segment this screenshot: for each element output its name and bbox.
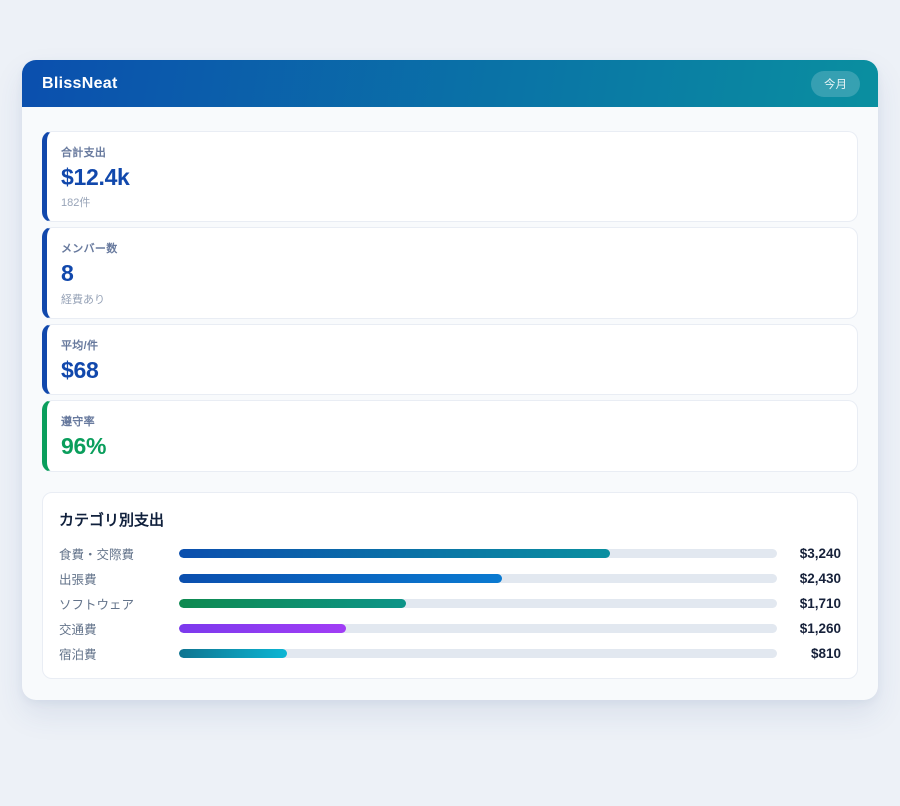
stat-value: $68 [61, 357, 841, 383]
category-breakdown-title: カテゴリ別支出 [59, 509, 841, 530]
expense-dashboard-panel: BlissNeat 今月 合計支出 $12.4k 182件 メンバー数 8 経費… [22, 60, 878, 700]
category-row-business-trip: 出張費 $2,430 [59, 570, 841, 587]
category-row-transport: 交通費 $1,260 [59, 620, 841, 637]
category-bar-track [179, 649, 777, 658]
category-amount: $3,240 [785, 546, 841, 561]
category-amount: $810 [785, 646, 841, 661]
stat-sub: 経費あり [61, 291, 841, 307]
category-bar [179, 574, 502, 583]
period-badge[interactable]: 今月 [811, 71, 860, 97]
stat-card-average-per-item: 平均/件 $68 [42, 324, 858, 395]
panel-content: 合計支出 $12.4k 182件 メンバー数 8 経費あり 平均/件 $68 遵… [22, 107, 878, 700]
category-bar-track [179, 549, 777, 558]
category-row-software: ソフトウェア $1,710 [59, 595, 841, 612]
app-header: BlissNeat 今月 [22, 60, 878, 107]
stat-label: 合計支出 [61, 144, 841, 160]
category-bar [179, 599, 406, 608]
stat-value: 8 [61, 260, 841, 286]
stat-sub: 182件 [61, 194, 841, 210]
category-label: 出張費 [59, 569, 179, 588]
stat-label: 平均/件 [61, 337, 841, 353]
category-bar [179, 624, 346, 633]
stat-card-member-count: メンバー数 8 経費あり [42, 227, 858, 318]
category-bar [179, 549, 610, 558]
category-bar-track [179, 599, 777, 608]
category-label: 交通費 [59, 619, 179, 638]
category-label: 食費・交際費 [59, 544, 179, 563]
stat-card-compliance-rate: 遵守率 96% [42, 400, 858, 471]
category-row-lodging: 宿泊費 $810 [59, 645, 841, 662]
app-title: BlissNeat [42, 75, 118, 93]
stat-label: 遵守率 [61, 413, 841, 429]
category-bar-track [179, 574, 777, 583]
category-label: ソフトウェア [59, 594, 179, 613]
category-label: 宿泊費 [59, 644, 179, 663]
category-amount: $1,710 [785, 596, 841, 611]
stat-label: メンバー数 [61, 240, 841, 256]
category-row-food: 食費・交際費 $3,240 [59, 545, 841, 562]
category-breakdown-card: カテゴリ別支出 食費・交際費 $3,240 出張費 $2,430 ソフトウェア [42, 492, 858, 679]
category-bar-track [179, 624, 777, 633]
stat-value: $12.4k [61, 164, 841, 190]
category-bar [179, 649, 287, 658]
stat-value: 96% [61, 433, 841, 459]
stat-card-total-spend: 合計支出 $12.4k 182件 [42, 131, 858, 222]
category-amount: $2,430 [785, 571, 841, 586]
category-amount: $1,260 [785, 621, 841, 636]
